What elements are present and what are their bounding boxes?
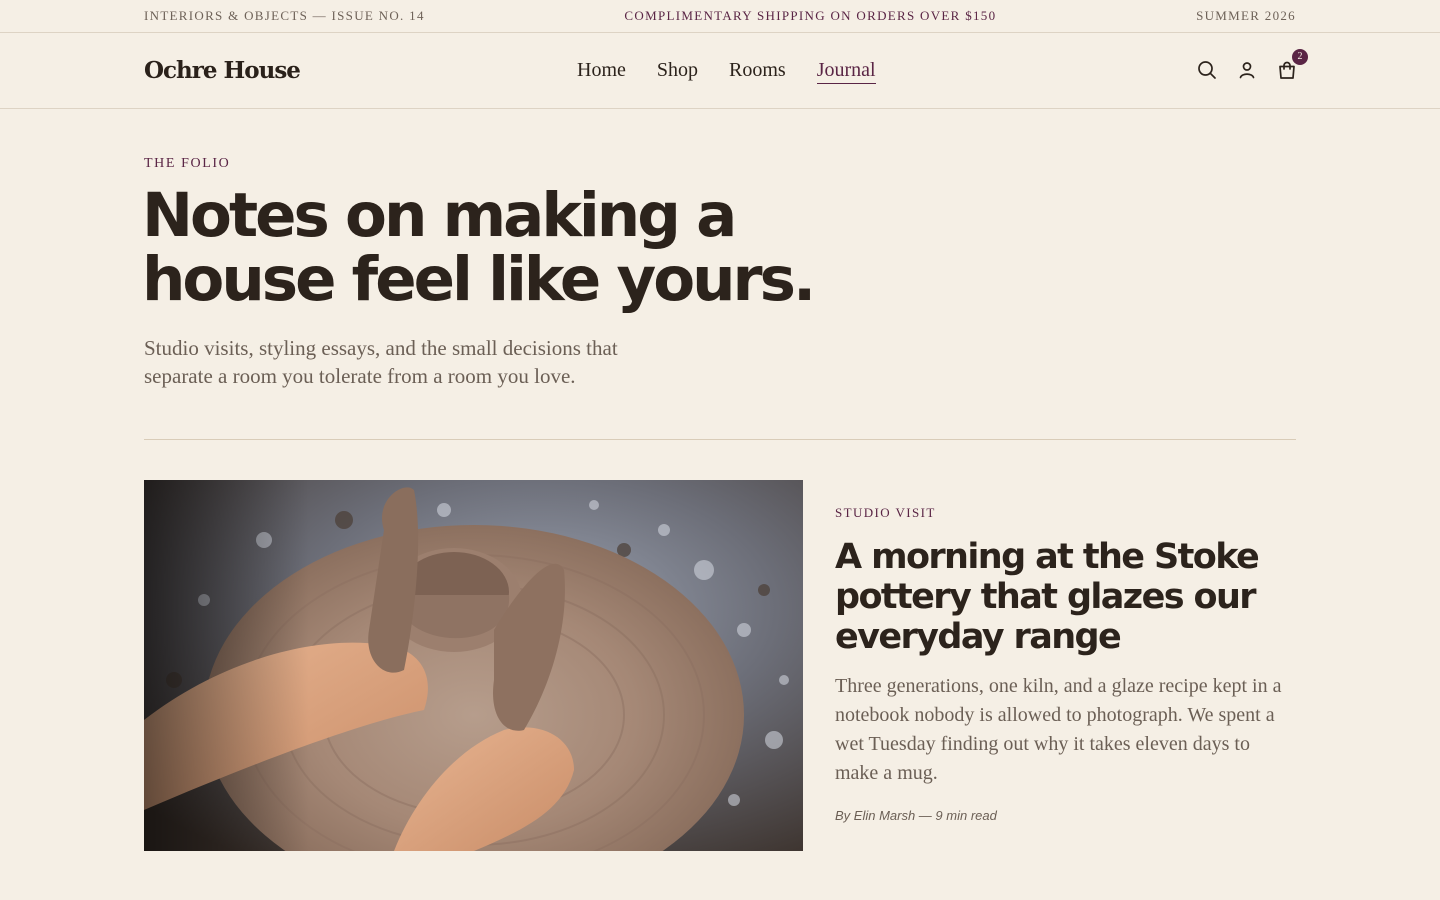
nav-shop[interactable]: Shop <box>657 57 698 83</box>
cart-count-badge: 2 <box>1292 49 1308 65</box>
site-logo[interactable]: Ochre House <box>144 57 301 84</box>
article-excerpt: Three generations, one kiln, and a glaze… <box>835 675 1282 784</box>
section-divider <box>144 439 1296 440</box>
page-subtitle: Studio visits, styling essays, and the s… <box>144 336 618 388</box>
search-icon[interactable] <box>1196 59 1218 81</box>
nav-journal[interactable]: Journal <box>816 57 876 84</box>
article-title[interactable]: A morning at the Stoke pottery that glaz… <box>835 537 1295 657</box>
issue-label: INTERIORS & OBJECTS — ISSUE NO. 14 <box>144 8 425 23</box>
site-header: Ochre House Home Shop Rooms Journal 2 <box>0 33 1440 109</box>
nav-rooms[interactable]: Rooms <box>729 57 786 83</box>
account-icon[interactable] <box>1236 59 1258 81</box>
header-actions: 2 <box>1196 33 1308 107</box>
pottery-wheel-photo <box>144 480 803 851</box>
main-nav: Home Shop Rooms Journal <box>577 33 907 107</box>
nav-home[interactable]: Home <box>577 57 626 83</box>
article-byline: By Elin Marsh — 9 min read <box>835 808 997 823</box>
season-label: SUMMER 2026 <box>1196 8 1296 23</box>
article-category[interactable]: STUDIO VISIT <box>835 505 1295 521</box>
page-title: Notes on making a house feel like yours. <box>142 180 816 315</box>
feature-article: STUDIO VISIT A morning at the Stoke pott… <box>835 505 1295 823</box>
announcement-bar: INTERIORS & OBJECTS — ISSUE NO. 14 COMPL… <box>0 0 1440 33</box>
cart-icon[interactable]: 2 <box>1276 49 1308 81</box>
feature-article-image[interactable] <box>144 480 803 851</box>
shipping-promo[interactable]: COMPLIMENTARY SHIPPING ON ORDERS OVER $1… <box>624 8 996 24</box>
section-eyebrow: THE FOLIO <box>144 156 231 171</box>
